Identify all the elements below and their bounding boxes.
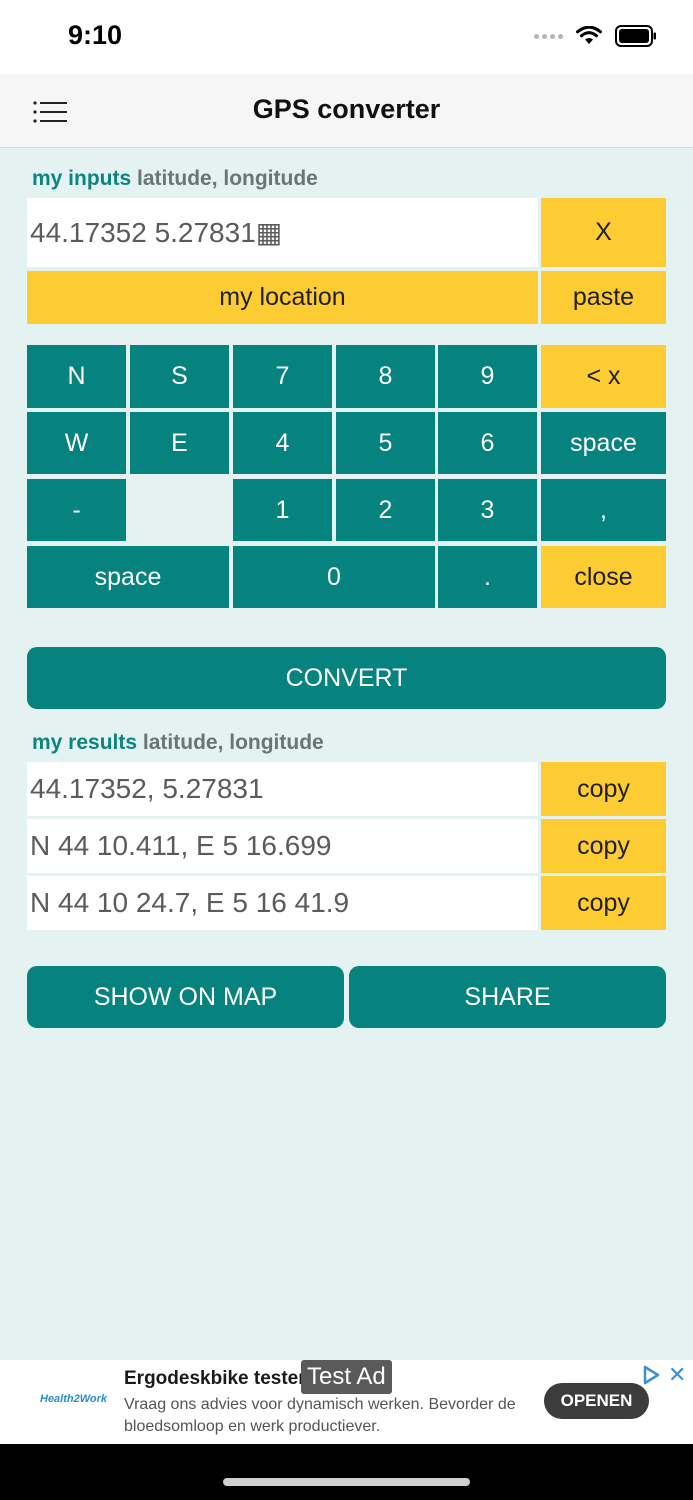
share-button[interactable]: SHARE — [349, 966, 666, 1028]
ad-open-button[interactable]: OPENEN — [544, 1383, 649, 1419]
results-label-rest: latitude, longitude — [142, 731, 324, 754]
backspace-key[interactable]: < x — [541, 345, 666, 408]
ad-banner[interactable]: Health2Work Ergodeskbike tester Vraag on… — [0, 1360, 693, 1444]
key-space-right[interactable]: space — [541, 412, 666, 474]
key-4[interactable]: 4 — [233, 412, 332, 474]
ad-logo: Health2Work — [40, 1393, 108, 1405]
key-2[interactable]: 2 — [336, 479, 435, 541]
key-n[interactable]: N — [27, 345, 126, 408]
key-1[interactable]: 1 — [233, 479, 332, 541]
results-label: my results latitude, longitude — [32, 731, 324, 755]
bottom-bar — [0, 1444, 693, 1500]
battery-icon — [615, 25, 656, 47]
coordinate-input[interactable]: 44.17352 5.27831▦ — [27, 198, 538, 267]
copy-degrees-minutes-button[interactable]: copy — [541, 819, 666, 873]
my-location-button[interactable]: my location — [27, 271, 538, 324]
key-dot[interactable]: . — [438, 546, 537, 608]
result-degrees-minutes-seconds: N 44 10 24.7, E 5 16 41.9 — [27, 876, 538, 930]
close-keypad-button[interactable]: close — [541, 546, 666, 608]
key-minus[interactable]: - — [27, 479, 126, 541]
result-degrees-minutes: N 44 10.411, E 5 16.699 — [27, 819, 538, 873]
key-0[interactable]: 0 — [233, 546, 435, 608]
page-title: GPS converter — [252, 94, 441, 124]
ad-title[interactable]: Ergodeskbike tester — [124, 1368, 306, 1390]
inputs-label-rest: latitude, longitude — [137, 167, 318, 190]
key-8[interactable]: 8 — [336, 345, 435, 408]
key-3[interactable]: 3 — [438, 479, 537, 541]
key-empty — [130, 479, 229, 541]
status-icons — [534, 25, 657, 47]
key-s[interactable]: S — [130, 345, 229, 408]
paste-button[interactable]: paste — [541, 271, 666, 324]
ad-choices-icon[interactable] — [640, 1364, 662, 1386]
status-bar: 9:10 — [0, 0, 693, 74]
show-on-map-button[interactable]: SHOW ON MAP — [27, 966, 344, 1028]
key-5[interactable]: 5 — [336, 412, 435, 474]
key-space[interactable]: space — [27, 546, 229, 608]
status-time: 9:10 — [68, 20, 123, 50]
key-e[interactable]: E — [130, 412, 229, 474]
ad-close-icon[interactable]: ✕ — [668, 1362, 686, 1388]
inputs-label: my inputs latitude, longitude — [32, 167, 318, 191]
convert-button[interactable]: CONVERT — [27, 647, 666, 709]
clear-button[interactable]: X — [541, 198, 666, 267]
cellular-signal-icon — [534, 33, 563, 39]
navigation-bar: GPS converter — [0, 74, 693, 148]
results-label-accent: my results — [32, 731, 138, 754]
ad-body: Vraag ons advies voor dynamisch werken. … — [124, 1396, 516, 1435]
key-7[interactable]: 7 — [233, 345, 332, 408]
key-comma[interactable]: , — [541, 479, 666, 541]
copy-decimal-button[interactable]: copy — [541, 762, 666, 816]
test-ad-badge: Test Ad — [301, 1360, 392, 1394]
copy-dms-button[interactable]: copy — [541, 876, 666, 930]
home-indicator[interactable] — [223, 1478, 470, 1486]
key-9[interactable]: 9 — [438, 345, 537, 408]
wifi-icon — [576, 26, 602, 44]
result-decimal: 44.17352, 5.27831 — [27, 762, 538, 816]
inputs-label-accent: my inputs — [32, 167, 132, 190]
key-6[interactable]: 6 — [438, 412, 537, 474]
key-w[interactable]: W — [27, 412, 126, 474]
